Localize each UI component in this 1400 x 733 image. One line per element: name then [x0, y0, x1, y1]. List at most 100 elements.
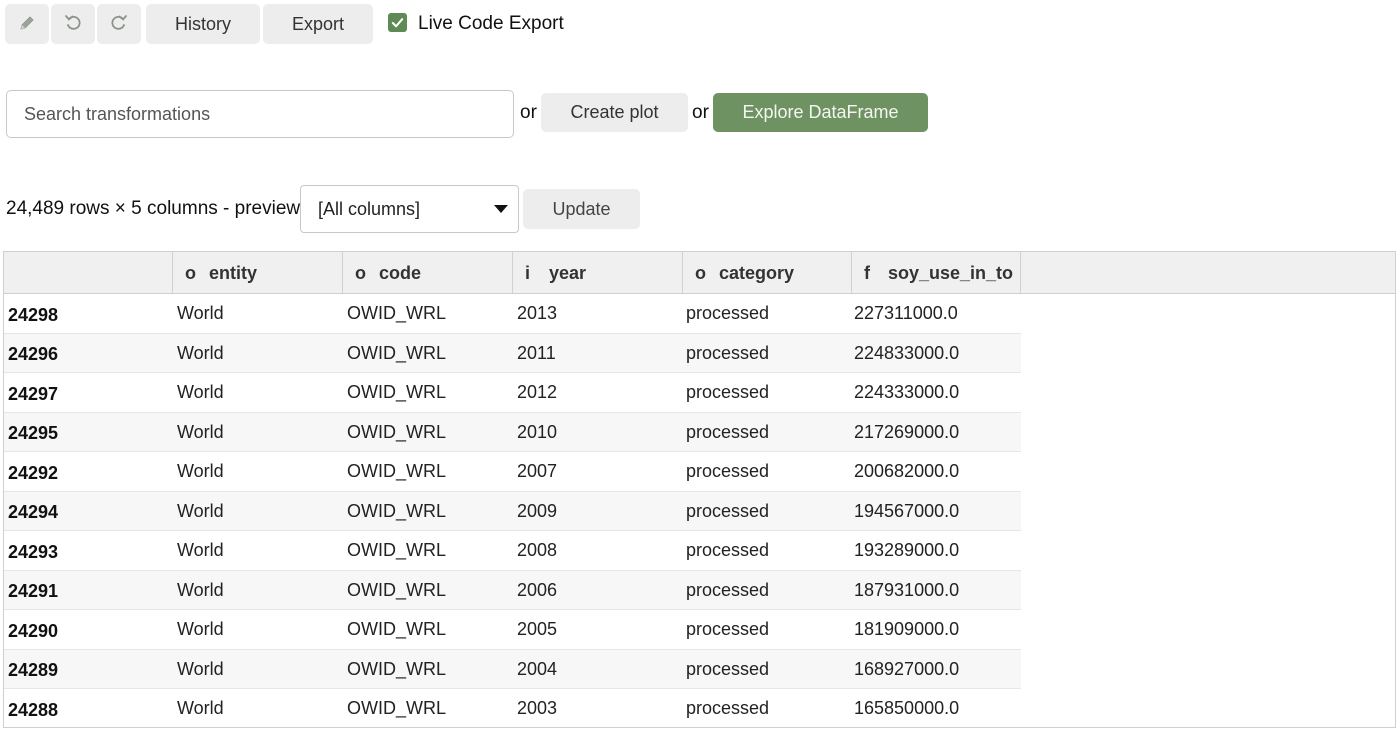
table-cell: World [177, 342, 224, 363]
table-cell: 2008 [517, 540, 558, 560]
table-row: 24291 World OWID_WRL 2006 processed 187931000… [4, 570, 1021, 610]
table-cell: processed [686, 342, 770, 363]
table-cell: 194567000.0 [854, 500, 960, 521]
search-transformations-input[interactable] [6, 90, 514, 138]
table-row: 24295 World OWID_WRL 2010 processed 217269000… [4, 412, 1021, 452]
table-cell: 200682000.0 [854, 461, 960, 481]
table-row: 24289 World OWID_WRL 2004 processed 168927000… [4, 649, 1021, 689]
table-cell: 224333000.0 [854, 382, 960, 402]
column-name: code [379, 262, 422, 283]
column-name: soy_use_in_to [888, 262, 1014, 283]
table-cell: OWID_WRL [347, 579, 446, 600]
table-cell: OWID_WRL [347, 461, 446, 481]
table-row: 24294 World OWID_WRL 2009 processed 194567000… [4, 491, 1021, 531]
column-header[interactable]: o entity [173, 252, 343, 294]
caret-down-icon [494, 205, 508, 213]
table-cell: 187931000.0 [854, 579, 960, 600]
table-cell: 181909000.0 [854, 619, 960, 639]
table-cell: 2006 [517, 579, 558, 600]
pencil-icon [18, 14, 36, 35]
column-name: category [719, 262, 795, 283]
table-row: 24292 World OWID_WRL 2007 processed 200682000… [4, 452, 1021, 492]
column-select-value: [All columns] [318, 198, 421, 219]
table-cell: OWID_WRL [347, 619, 446, 639]
column-dtype: o [185, 262, 196, 283]
column-dtype: o [355, 262, 366, 283]
table-cell: processed [686, 421, 770, 442]
row-index: 24294 [8, 502, 59, 522]
table-cell: OWID_WRL [347, 658, 446, 679]
table-header: o entity o code i year o category f soy_… [4, 252, 1395, 294]
table-cell: OWID_WRL [347, 540, 446, 560]
update-button[interactable]: Update [523, 189, 640, 229]
table-cell: 2011 [517, 342, 556, 363]
create-plot-button[interactable]: Create plot [541, 93, 688, 132]
row-index: 24293 [8, 541, 59, 562]
table-cell: OWID_WRL [347, 421, 446, 442]
table-cell: processed [686, 658, 770, 679]
table-cell: World [177, 303, 224, 323]
export-button[interactable]: Export [263, 4, 373, 44]
column-header[interactable]: f soy_use_in_to [852, 252, 1021, 294]
live-code-export-toggle[interactable]: Live Code Export [388, 10, 564, 38]
dataframe-table: o entity o code i year o category f soy_… [3, 251, 1396, 728]
table-cell: OWID_WRL [347, 698, 446, 718]
table-cell: 227311000.0 [854, 303, 958, 323]
undo-icon [64, 14, 82, 35]
table-cell: 2003 [517, 698, 558, 718]
table-cell: OWID_WRL [347, 303, 446, 323]
column-header[interactable]: o category [683, 252, 852, 294]
table-cell: World [177, 540, 224, 560]
row-index: 24291 [8, 581, 59, 601]
preview-summary: 24,489 rows × 5 columns - preview [6, 198, 301, 219]
edit-button[interactable] [5, 4, 49, 44]
table-cell: processed [686, 540, 770, 560]
checkmark-icon [391, 18, 404, 28]
table-cell: World [177, 619, 224, 639]
or-separator: or [520, 102, 537, 123]
table-cell: 2012 [517, 382, 558, 402]
row-index: 24292 [8, 462, 59, 483]
table-cell: 168927000.0 [854, 658, 960, 679]
table-cell: World [177, 698, 224, 718]
table-cell: OWID_WRL [347, 500, 446, 521]
redo-button[interactable] [97, 4, 141, 44]
table-row: 24298 World OWID_WRL 2013 processed 227311000… [4, 294, 1021, 334]
table-cell: 2009 [517, 500, 558, 521]
explore-dataframe-button[interactable]: Explore DataFrame [713, 93, 928, 132]
history-button[interactable]: History [146, 4, 260, 44]
table-row: 24293 World OWID_WRL 2008 processed 193289000… [4, 531, 1021, 571]
live-code-export-checkbox[interactable] [388, 13, 407, 32]
row-index: 24288 [8, 699, 59, 720]
table-cell: processed [686, 382, 770, 402]
table-cell: 2005 [517, 619, 558, 639]
table-cell: 2007 [517, 461, 558, 481]
table-cell: World [177, 500, 224, 521]
table-cell: World [177, 658, 224, 679]
table-row: 24296 World OWID_WRL 2011 processed 224833000… [4, 333, 1021, 373]
undo-button[interactable] [51, 4, 95, 44]
table-cell: processed [686, 619, 770, 639]
redo-icon [110, 14, 128, 35]
row-index: 24289 [8, 660, 59, 680]
table-cell: 2004 [517, 658, 558, 679]
table-cell: World [177, 421, 224, 442]
table-cell: 193289000.0 [854, 540, 960, 560]
column-header[interactable]: i year [513, 252, 683, 294]
table-cell: processed [686, 579, 770, 600]
table-row: 24290 World OWID_WRL 2005 processed 181909000… [4, 610, 1021, 650]
table-cell: 165850000.0 [854, 698, 960, 718]
or-separator: or [692, 102, 709, 123]
table-row: 24297 World OWID_WRL 2012 processed 224333000… [4, 373, 1021, 413]
column-header[interactable]: o code [343, 252, 513, 294]
table-cell: 224833000.0 [854, 342, 960, 363]
table-cell: 2013 [517, 303, 558, 323]
column-select[interactable]: [All columns] [300, 185, 519, 233]
index-header [4, 252, 173, 294]
table-cell: 217269000.0 [854, 421, 960, 442]
table-row: 24288 World OWID_WRL 2003 processed 165850000… [4, 689, 1021, 727]
live-code-export-label: Live Code Export [418, 13, 564, 34]
row-index: 24298 [8, 304, 59, 325]
table-cell: processed [686, 461, 770, 481]
table-cell: World [177, 382, 224, 402]
